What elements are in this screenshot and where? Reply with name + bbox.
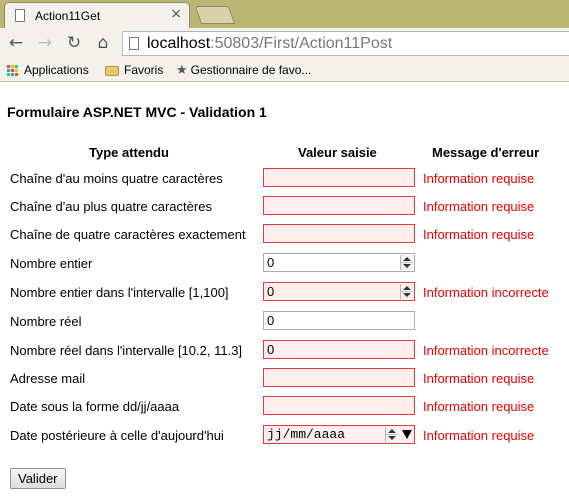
page-icon — [129, 37, 139, 50]
column-header-value: Valeur saisie — [298, 145, 377, 160]
page-title: Formulaire ASP.NET MVC - Validation 1 — [7, 104, 267, 120]
column-header-error: Message d'erreur — [432, 145, 540, 160]
bookmark-label: Gestionnaire de favo... — [190, 63, 312, 77]
bookmark-applications[interactable]: Applications — [7, 62, 89, 78]
page-icon — [15, 9, 25, 22]
number-spinner[interactable] — [400, 284, 413, 299]
bookmarks-bar: Applications Favoris ★ Gestionnaire de fa… — [0, 60, 569, 82]
number-spinner[interactable] — [400, 255, 413, 270]
row-label: Nombre entier dans l'intervalle [1,100] — [10, 285, 229, 300]
browser-toolbar: ← → ↻ ⌂ localhost:50803/First/Action11Po… — [0, 28, 569, 60]
browser-tab[interactable]: Action11Get × — [4, 2, 190, 28]
spin-down-icon[interactable] — [403, 264, 411, 268]
new-tab-button[interactable] — [194, 6, 236, 24]
max-length-string-input[interactable] — [263, 196, 415, 215]
column-header-type: Type attendu — [89, 145, 169, 160]
row-label: Date sous la forme dd/jj/aaaa — [10, 399, 180, 414]
future-date-picker[interactable]: jj/mm/aaaa — [263, 425, 415, 444]
submit-button[interactable]: Valider — [10, 468, 66, 489]
forward-arrow-icon[interactable]: → — [34, 32, 56, 54]
row-label: Chaîne d'au moins quatre caractères — [10, 171, 223, 186]
field-value: 0 — [267, 255, 275, 270]
tab-strip: Action11Get × — [0, 0, 569, 28]
spin-up-icon[interactable] — [388, 429, 396, 433]
email-field[interactable] — [263, 368, 415, 387]
reload-icon[interactable]: ↻ — [63, 32, 85, 54]
bookmark-label: Favoris — [124, 63, 164, 77]
error-message: Information requise — [423, 428, 535, 443]
row-label: Chaîne de quatre caractères exactement — [10, 227, 246, 242]
row-label: Date postérieure à celle d'aujourd'hui — [10, 428, 224, 443]
real-range-input[interactable]: 0 — [263, 340, 415, 359]
error-message: Information incorrecte — [423, 285, 549, 300]
real-number-input[interactable]: 0 — [263, 311, 415, 330]
date-placeholder: jj/mm/aaaa — [267, 427, 346, 442]
exact-length-string-input[interactable] — [263, 224, 415, 243]
apps-grid-icon — [7, 64, 19, 77]
row-label: Chaîne d'au plus quatre caractères — [10, 199, 212, 214]
spin-down-icon[interactable] — [388, 436, 396, 440]
tab-title: Action11Get — [35, 9, 101, 23]
address-bar[interactable]: localhost:50803/First/Action11Post — [122, 31, 569, 56]
url-path: :50803/First/Action11Post — [210, 35, 393, 52]
field-value: 0 — [267, 284, 275, 299]
bookmark-favoris[interactable]: Favoris — [105, 62, 163, 78]
row-label: Nombre réel — [10, 314, 82, 329]
close-tab-icon[interactable]: × — [170, 6, 182, 22]
star-icon: ★ — [176, 62, 188, 78]
date-spinner[interactable] — [385, 427, 398, 442]
integer-input[interactable]: 0 — [263, 253, 415, 272]
bookmark-label: Applications — [24, 63, 89, 77]
date-text-input[interactable] — [263, 396, 415, 415]
error-message: Information incorrecte — [423, 343, 549, 358]
folder-icon — [105, 65, 119, 76]
spin-up-icon[interactable] — [403, 257, 411, 261]
error-message: Information requise — [423, 399, 535, 414]
row-label: Nombre réel dans l'intervalle [10.2, 11.… — [10, 343, 243, 358]
spin-up-icon[interactable] — [403, 286, 411, 290]
back-arrow-icon[interactable]: ← — [5, 32, 27, 54]
row-label: Adresse mail — [10, 371, 86, 386]
home-icon[interactable]: ⌂ — [92, 32, 114, 54]
spin-down-icon[interactable] — [403, 293, 411, 297]
url-host: localhost — [147, 35, 211, 52]
error-message: Information requise — [423, 371, 535, 386]
error-message: Information requise — [423, 171, 535, 186]
error-message: Information requise — [423, 199, 535, 214]
min-length-string-input[interactable] — [263, 168, 415, 187]
error-message: Information requise — [423, 227, 535, 242]
dropdown-arrow-icon[interactable] — [402, 430, 412, 439]
url-text: localhost:50803/First/Action11Post — [147, 35, 392, 53]
row-label: Nombre entier — [10, 256, 93, 271]
integer-range-input[interactable]: 0 — [263, 282, 415, 301]
bookmark-manager[interactable]: ★ Gestionnaire de favo... — [176, 62, 311, 79]
